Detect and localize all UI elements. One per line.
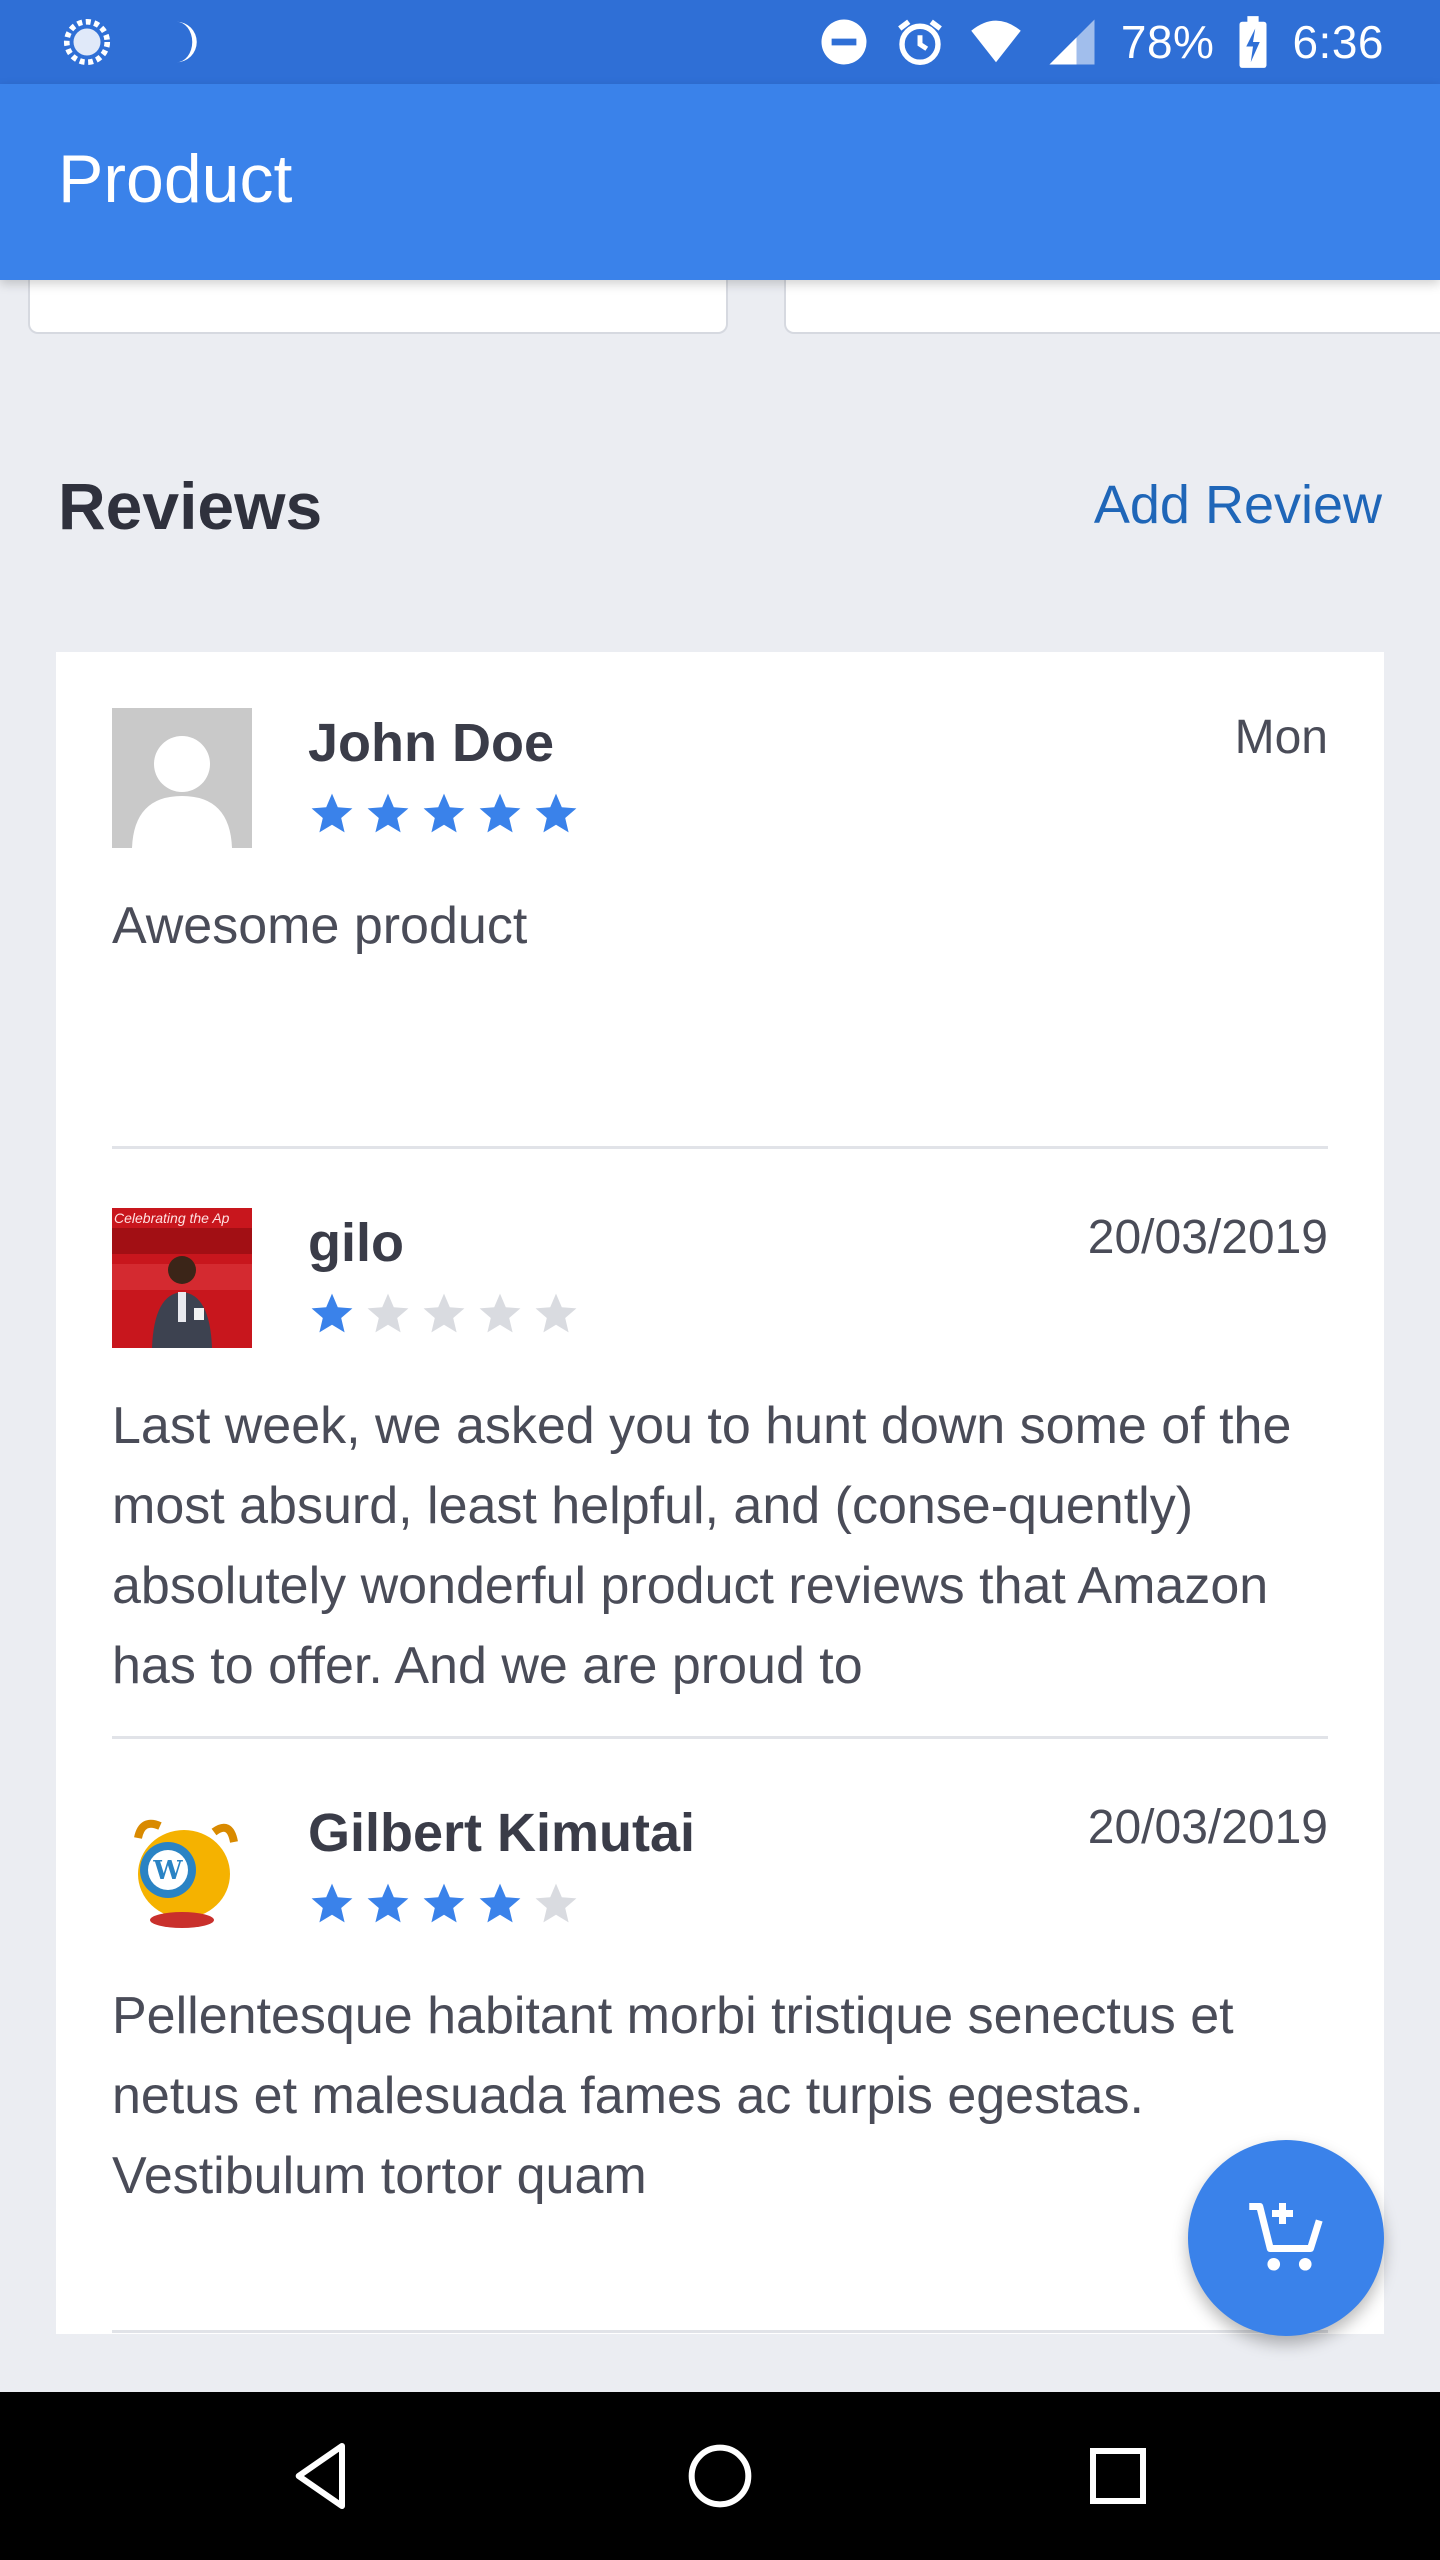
photo-avatar: Celebrating the Ap <box>112 1208 252 1348</box>
placeholder-avatar-icon <box>112 708 252 848</box>
star-empty-icon <box>479 1293 521 1333</box>
svg-text:W: W <box>152 1856 183 1886</box>
add-review-button[interactable]: Add Review <box>1094 474 1382 536</box>
star-filled-icon <box>311 1883 353 1923</box>
star-rating <box>308 790 580 838</box>
clock: 6:36 <box>1292 16 1384 68</box>
moon-icon <box>176 21 197 63</box>
system-nav-bar <box>0 2392 1440 2560</box>
page-title: Product <box>58 141 293 217</box>
signal-icon <box>1049 19 1095 65</box>
reviewer-name: John Doe <box>308 713 555 773</box>
star-empty-icon <box>535 1293 577 1333</box>
star-empty-icon <box>367 1293 409 1333</box>
star-filled-icon <box>479 1883 521 1923</box>
wapuu-avatar-icon: W <box>112 1798 252 1938</box>
review-item[interactable]: W Gilbert Kimutai 20/03/2019 Pellentesqu… <box>112 1798 1328 2318</box>
reviews-heading: Reviews <box>58 469 323 543</box>
divider <box>112 1146 1328 1149</box>
battery-charging-icon <box>1239 16 1267 68</box>
review-item[interactable]: John Doe Mon Awesome product <box>112 708 1328 1206</box>
star-empty-icon <box>535 1883 577 1923</box>
star-filled-icon <box>535 793 577 833</box>
star-filled-icon <box>479 793 521 833</box>
battery-percent: 78% <box>1120 16 1215 68</box>
review-text: Last week, we asked you to hunt down som… <box>112 1397 1292 1695</box>
reviewer-name: Gilbert Kimutai <box>308 1803 696 1863</box>
star-filled-icon <box>423 1883 465 1923</box>
reviews-list: John Doe Mon Awesome product Celebrating… <box>56 652 1384 2334</box>
star-filled-icon <box>367 793 409 833</box>
review-text: Awesome product <box>112 897 528 955</box>
review-item[interactable]: Celebrating the Ap gilo 20/03/2019 Last … <box>112 1208 1328 1798</box>
add-to-cart-button[interactable] <box>1188 2140 1384 2336</box>
reviewer-name: gilo <box>308 1213 404 1273</box>
star-rating <box>308 1880 580 1928</box>
home-icon[interactable] <box>680 2436 760 2516</box>
star-filled-icon <box>423 793 465 833</box>
star-filled-icon <box>367 1883 409 1923</box>
avatar-caption: Celebrating the Ap <box>114 1210 230 1226</box>
wifi-icon <box>971 20 1021 63</box>
review-text: Pellentesque habitant morbi tristique se… <box>112 1987 1234 2205</box>
star-filled-icon <box>311 1293 353 1333</box>
recent-apps-icon[interactable] <box>1078 2436 1158 2516</box>
add-to-cart-icon <box>1249 2203 1323 2271</box>
alarm-icon <box>898 19 942 65</box>
review-date: Mon <box>1234 711 1328 764</box>
status-bar: 78% 6:36 <box>0 0 1440 84</box>
do-not-disturb-icon <box>821 19 867 65</box>
back-icon[interactable] <box>282 2436 362 2516</box>
divider <box>112 2330 1328 2333</box>
star-filled-icon <box>311 793 353 833</box>
review-date: 20/03/2019 <box>1087 1211 1328 1264</box>
star-rating <box>308 1290 580 1338</box>
review-date: 20/03/2019 <box>1087 1801 1328 1854</box>
star-empty-icon <box>423 1293 465 1333</box>
divider <box>112 1736 1328 1739</box>
data-saver-icon <box>63 18 111 66</box>
app-bar: Product <box>0 84 1440 280</box>
